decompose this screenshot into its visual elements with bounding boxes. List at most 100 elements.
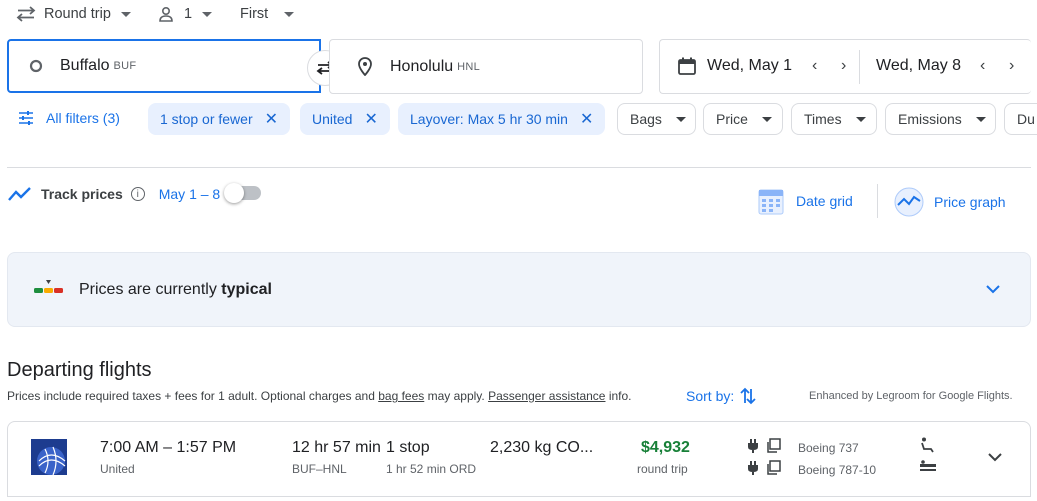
cabin-select[interactable]: First xyxy=(240,3,295,25)
flight-route: BUF–HNL xyxy=(292,462,347,476)
trending-icon xyxy=(8,187,31,201)
chevron-down-icon xyxy=(202,11,213,17)
cabin-label: First xyxy=(240,6,269,22)
trip-type-label: Round trip xyxy=(44,6,111,22)
chevron-down-icon xyxy=(975,116,986,122)
price-graph-label: Price graph xyxy=(934,194,1006,210)
price-type: round trip xyxy=(637,462,688,476)
airline-name: United xyxy=(100,462,135,476)
chevron-left-icon[interactable]: ‹ xyxy=(812,57,817,75)
close-icon[interactable]: ✕ xyxy=(265,109,278,129)
info-icon[interactable]: i xyxy=(130,187,145,201)
date-grid-button[interactable]: Date grid xyxy=(758,187,853,215)
price-insight-banner[interactable]: Prices are currently typical xyxy=(7,252,1031,327)
emissions-value: 2,230 kg CO... xyxy=(490,439,594,456)
track-dates: May 1 – 8 xyxy=(158,186,221,202)
flight-stops: 1 stop xyxy=(386,439,430,456)
chip-label: United xyxy=(312,111,353,127)
flight-duration: 12 hr 57 min xyxy=(292,439,381,456)
flight-times: 7:00 AM – 1:57 PM xyxy=(100,439,237,456)
filter-chip-airline[interactable]: United ✕ xyxy=(300,103,390,135)
chip-label: Bags xyxy=(630,111,662,127)
power-plug-icon xyxy=(748,439,758,453)
divider xyxy=(7,167,1031,168)
price-level-icon xyxy=(34,280,63,293)
note-text: may apply. xyxy=(424,389,489,403)
passenger-assistance-link[interactable]: Passenger assistance xyxy=(488,389,605,403)
duration-dropdown[interactable]: Du xyxy=(1004,103,1037,135)
close-icon[interactable]: ✕ xyxy=(364,109,377,129)
price-note: Prices include required taxes + fees for… xyxy=(7,389,632,403)
location-pin-icon xyxy=(358,57,372,76)
chevron-down-icon xyxy=(761,116,772,122)
power-plug-icon xyxy=(748,461,758,475)
track-prices-label: Track prices xyxy=(41,186,123,202)
video-screen-icon xyxy=(767,438,781,453)
date-divider xyxy=(859,50,860,84)
all-filters-button[interactable]: All filters (3) xyxy=(18,110,120,126)
note-text: Prices include required taxes + fees for… xyxy=(7,389,379,403)
insight-text: Prices are currently typical xyxy=(79,281,272,299)
date-grid-icon xyxy=(758,189,784,215)
video-screen-icon xyxy=(767,460,781,475)
enhanced-note: Enhanced by Legroom for Google Flights. xyxy=(809,390,1013,402)
bags-dropdown[interactable]: Bags xyxy=(617,103,696,135)
depart-date[interactable]: Wed, May 1 xyxy=(707,57,792,75)
close-icon[interactable]: ✕ xyxy=(580,109,593,129)
filter-chip-stops[interactable]: 1 stop or fewer ✕ xyxy=(148,103,291,135)
origin-city: Buffalo xyxy=(60,57,110,74)
departing-title: Departing flights xyxy=(7,359,152,381)
chip-label: 1 stop or fewer xyxy=(160,111,253,127)
chip-label: Price xyxy=(716,111,748,127)
flight-price: $4,932 xyxy=(641,439,690,456)
bag-fees-link[interactable]: bag fees xyxy=(378,389,424,403)
emissions-dropdown[interactable]: Emissions xyxy=(885,103,996,135)
track-toggle[interactable] xyxy=(224,183,261,203)
chevron-down-icon xyxy=(120,11,131,17)
chip-label: Layover: Max 5 hr 30 min xyxy=(410,111,568,127)
passengers-select[interactable]: 1 xyxy=(158,3,213,25)
price-dropdown[interactable]: Price xyxy=(703,103,783,135)
swap-arrows-icon xyxy=(16,6,36,22)
times-dropdown[interactable]: Times xyxy=(791,103,877,135)
chevron-right-icon[interactable]: › xyxy=(841,57,846,75)
trip-type-select[interactable]: Round trip xyxy=(16,3,131,25)
calendar-icon xyxy=(678,57,696,75)
origin-code: BUF xyxy=(113,60,137,72)
price-graph-icon xyxy=(894,187,924,217)
date-grid-label: Date grid xyxy=(796,193,853,209)
origin-circle-icon xyxy=(29,59,43,73)
aircraft-1: Boeing 737 xyxy=(798,441,859,455)
person-icon xyxy=(159,6,173,22)
aircraft-2: Boeing 787-10 xyxy=(798,463,877,477)
origin-field[interactable]: Buffalo BUF xyxy=(7,39,321,93)
tune-icon xyxy=(19,111,33,125)
return-date[interactable]: Wed, May 8 xyxy=(876,57,961,75)
chevron-down-icon[interactable] xyxy=(988,453,1002,462)
sort-by-button[interactable]: Sort by: xyxy=(686,387,756,405)
chevron-down-icon[interactable] xyxy=(986,285,1000,294)
chevron-down-icon xyxy=(855,116,866,122)
passenger-count: 1 xyxy=(184,6,193,22)
divider xyxy=(877,184,878,218)
seat-recline-icon xyxy=(921,437,934,453)
chip-label: Times xyxy=(804,111,842,127)
insight-level: typical xyxy=(221,281,272,298)
chip-label: Du xyxy=(1017,111,1035,127)
sort-by-label: Sort by: xyxy=(686,388,735,404)
dest-code: HNL xyxy=(457,60,481,73)
united-logo-icon xyxy=(31,439,67,475)
track-prices: Track prices i May 1 – 8 xyxy=(8,186,220,202)
destination-field[interactable]: Honolulu HNL xyxy=(329,39,643,94)
toggle-knob xyxy=(224,183,244,203)
price-graph-button[interactable]: Price graph xyxy=(894,187,1006,217)
chevron-left-icon[interactable]: ‹ xyxy=(980,57,985,75)
filter-chip-layover[interactable]: Layover: Max 5 hr 30 min ✕ xyxy=(398,103,606,135)
chevron-right-icon[interactable]: › xyxy=(1009,57,1014,75)
flight-row[interactable]: 7:00 AM – 1:57 PM United 12 hr 57 min BU… xyxy=(7,421,1031,497)
sort-icon xyxy=(740,387,756,405)
dates-field[interactable]: Wed, May 1 ‹ › Wed, May 8 ‹ › xyxy=(659,39,1031,94)
chevron-down-icon xyxy=(675,116,686,122)
lie-flat-seat-icon xyxy=(920,460,936,471)
chevron-down-icon xyxy=(284,11,295,17)
